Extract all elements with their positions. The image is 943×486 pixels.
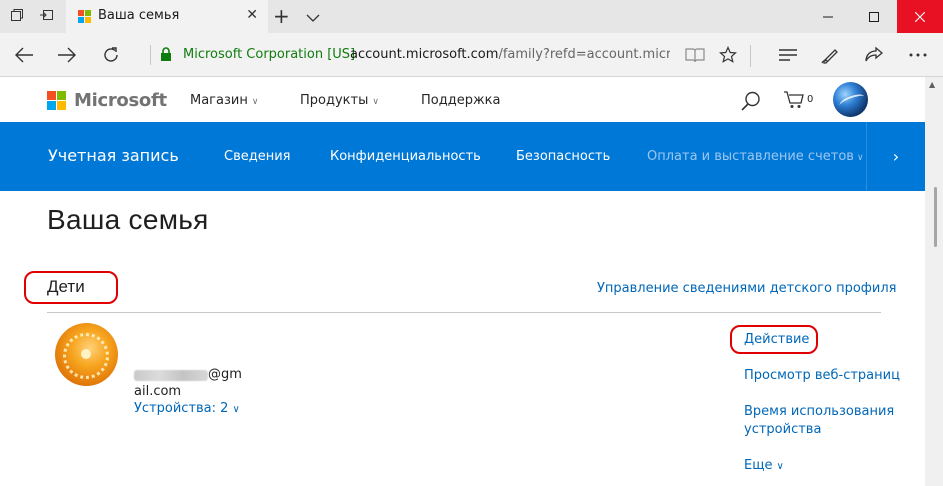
set-aside-tabs-icon[interactable]: [38, 8, 54, 24]
devices-dropdown[interactable]: Устройства: 2 ∨: [134, 401, 240, 416]
devices-label: Устройства: 2: [134, 401, 229, 416]
nav-support[interactable]: Поддержка: [421, 93, 501, 108]
nav-label: Продукты: [300, 93, 369, 108]
cart-icon[interactable]: [783, 91, 805, 113]
tab-manager-icon[interactable]: [9, 8, 25, 24]
nav-label: Магазин: [190, 93, 248, 108]
tab-list-chevron-icon[interactable]: [306, 8, 320, 27]
web-note-pen-icon[interactable]: [818, 43, 842, 67]
certificate-label[interactable]: Microsoft Corporation [US]: [183, 47, 355, 62]
nav-store[interactable]: Магазин ∨: [190, 93, 258, 108]
nav-products[interactable]: Продукты ∨: [300, 93, 379, 108]
forward-arrow-icon[interactable]: [55, 43, 79, 67]
url-text[interactable]: account.microsoft.com/family?refd=accoun…: [350, 47, 670, 62]
screen-time-link[interactable]: Время использования: [744, 402, 894, 421]
favorite-star-icon[interactable]: [716, 43, 740, 67]
cart-count: 0: [807, 94, 814, 105]
microsoft-logo-icon[interactable]: [47, 91, 66, 110]
back-arrow-icon[interactable]: [12, 43, 36, 67]
chevron-down-icon: ∨: [856, 153, 864, 163]
browser-tab-bar: Ваша семья ✕ +: [0, 0, 943, 33]
child-email-part1: @gm: [208, 367, 242, 382]
site-header: Microsoft Магазин ∨ Продукты ∨ Поддержка 0: [0, 77, 925, 122]
close-tab-icon[interactable]: ✕: [246, 7, 258, 23]
account-avatar[interactable]: [833, 82, 868, 117]
chevron-down-icon: ∨: [251, 97, 259, 107]
chevron-down-icon: ∨: [232, 404, 240, 415]
section-title-children: Дети: [47, 277, 85, 296]
account-nav-bar: Учетная запись Сведения Конфиденциальнос…: [0, 122, 925, 191]
account-nav-billing[interactable]: Оплата и выставление счетов ∨: [647, 149, 864, 164]
chevron-down-icon: ∨: [372, 97, 379, 107]
more-label: Еще: [744, 458, 773, 473]
url-host: account.microsoft.com: [350, 47, 499, 62]
child-email-part2: ail.com: [134, 384, 182, 399]
page-scrollbar[interactable]: ▲: [925, 77, 943, 486]
brand-name[interactable]: Microsoft: [74, 90, 167, 111]
share-icon[interactable]: [862, 43, 886, 67]
section-divider: [47, 312, 881, 313]
tab-title: Ваша семья: [98, 8, 180, 23]
nav-label: Поддержка: [421, 93, 501, 108]
web-browsing-link[interactable]: Просмотр веб-страниц: [744, 366, 900, 385]
screen-time-link-line2[interactable]: устройства: [744, 420, 821, 439]
lock-icon[interactable]: [160, 47, 172, 66]
url-divider: [150, 45, 151, 65]
account-nav-privacy[interactable]: Конфиденциальность: [330, 149, 481, 164]
scroll-thumb[interactable]: [934, 187, 937, 247]
microsoft-favicon-icon: [78, 10, 91, 23]
redacted-email: [134, 370, 208, 381]
reading-view-icon[interactable]: [683, 43, 707, 67]
tab-your-family[interactable]: Ваша семья ✕: [66, 0, 268, 33]
search-icon[interactable]: [740, 90, 762, 116]
account-nav-security[interactable]: Безопасность: [516, 149, 610, 164]
child-avatar: [55, 323, 118, 386]
scroll-up-icon[interactable]: ▲: [929, 80, 935, 89]
url-field[interactable]: Microsoft Corporation [US] account.micro…: [150, 40, 690, 70]
new-tab-icon[interactable]: +: [273, 4, 290, 28]
more-dropdown[interactable]: Еще ∨: [744, 456, 784, 476]
account-title[interactable]: Учетная запись: [48, 146, 179, 165]
url-path: /family?refd=account.microsoft.c: [498, 47, 670, 62]
more-actions-icon[interactable]: [906, 43, 930, 67]
refresh-icon[interactable]: [99, 43, 123, 67]
close-window-icon[interactable]: [897, 0, 943, 33]
billing-label: Оплата и выставление счетов: [647, 149, 854, 164]
minimize-icon[interactable]: [805, 0, 851, 33]
address-bar: Microsoft Corporation [US] account.micro…: [0, 33, 943, 77]
toolbar-separator: [750, 45, 751, 67]
maximize-icon[interactable]: [851, 0, 897, 33]
page-title: Ваша семья: [47, 204, 209, 235]
hub-menu-icon[interactable]: [776, 43, 800, 67]
manage-child-profile-link[interactable]: Управление сведениями детского профиля: [597, 281, 896, 296]
chevron-right-icon[interactable]: ›: [866, 122, 925, 191]
chevron-down-icon: ∨: [776, 461, 784, 472]
account-nav-info[interactable]: Сведения: [224, 149, 291, 164]
activity-link[interactable]: Действие: [744, 330, 809, 349]
